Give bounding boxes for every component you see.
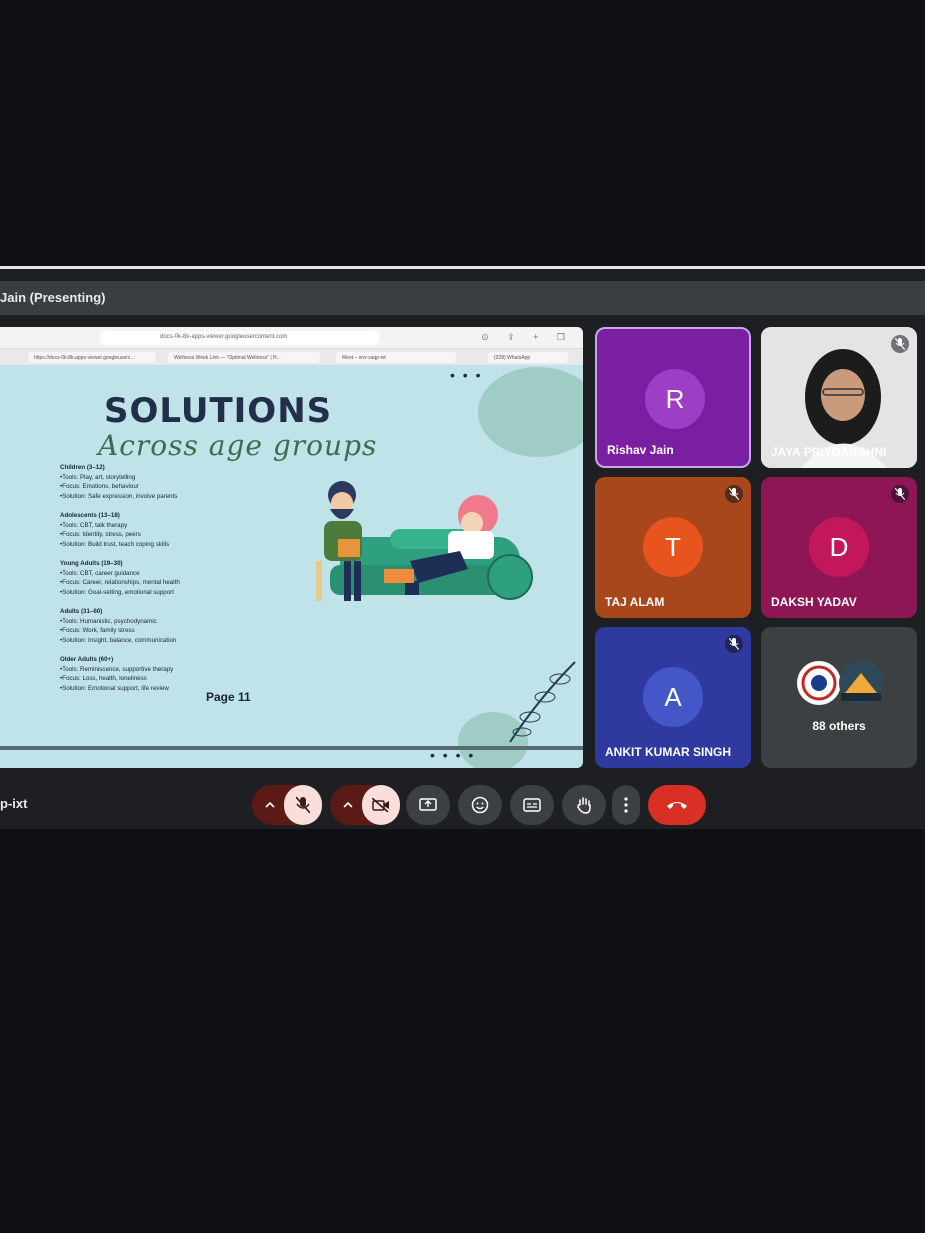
present-button[interactable] [406, 785, 450, 825]
camera-off-button[interactable] [362, 785, 400, 825]
browser-tab: https://docs-0k-8k-apps-viewer.googleuse… [28, 352, 156, 363]
emoji-icon [471, 796, 489, 814]
browser-tab: (228) WhatsApp [488, 352, 568, 363]
others-avatars [797, 661, 883, 705]
chevron-up-icon[interactable] [343, 801, 353, 809]
phone-hangup-icon [667, 802, 687, 809]
mic-off-icon [296, 796, 310, 814]
avatar: R [645, 369, 705, 429]
meet-window: Jain (Presenting) docs-0k-8k-apps-viewer… [0, 269, 925, 829]
slide-title: SOLUTIONS [104, 391, 333, 431]
others-tile[interactable]: 88 others [761, 627, 917, 768]
presenting-label: Jain (Presenting) [0, 290, 106, 305]
slide-bottom-bar [0, 746, 583, 750]
more-options-button[interactable] [612, 785, 640, 825]
browser-url: docs-0k-8k-apps-viewer.googleusercontent… [100, 331, 380, 345]
participant-name: DAKSH YADAV [771, 595, 857, 609]
participant-tile[interactable]: A ANKIT KUMAR SINGH [595, 627, 751, 768]
avatar: D [809, 517, 869, 577]
shared-screen[interactable]: docs-0k-8k-apps-viewer.googleusercontent… [0, 327, 583, 768]
camera-off-icon [372, 798, 389, 812]
reactions-button[interactable] [458, 785, 502, 825]
participant-tile[interactable]: R Rishav Jain [595, 327, 751, 468]
participant-tile[interactable]: T TAJ ALAM [595, 477, 751, 618]
hand-icon [577, 797, 591, 814]
section-young-adults: Young Adults (19–30) •Tools: CBT, career… [60, 560, 180, 596]
mic-group [252, 785, 322, 825]
browser-tab: Meet – xnv-vaqp-ixt [336, 352, 456, 363]
captions-button[interactable] [510, 785, 554, 825]
participant-name: JAYA PRIYDARSHNI [771, 445, 887, 459]
browser-tab: Wellness Week Link — "Optimal Wellness" … [168, 352, 320, 363]
leave-call-button[interactable] [648, 785, 706, 825]
browser-tabs: https://docs-0k-8k-apps-viewer.googleuse… [0, 349, 583, 365]
captions-icon [523, 798, 541, 812]
avatar: A [643, 667, 703, 727]
browser-icons: ⊙ ⇪ + ❐ [481, 332, 573, 342]
others-count: 88 others [812, 719, 866, 733]
mic-muted-icon [725, 635, 743, 653]
camera-group [330, 785, 400, 825]
therapy-illustration [316, 481, 533, 601]
section-adolescents: Adolescents (13–18) •Tools: CBT, talk th… [60, 512, 170, 548]
participant-tile[interactable]: JAYA PRIYDARSHNI [761, 327, 917, 468]
present-icon [419, 798, 437, 811]
bottom-letterbox [0, 829, 925, 1233]
avatar: T [643, 517, 703, 577]
more-vert-icon [624, 797, 628, 813]
chevron-up-icon[interactable] [265, 801, 275, 809]
section-older-adults: Older Adults (60+) •Tools: Reminiscence,… [60, 656, 174, 692]
control-bar: p-ixt [0, 774, 925, 829]
presenter-bar: Jain (Presenting) [0, 281, 925, 315]
participant-name: ANKIT KUMAR SINGH [605, 745, 731, 759]
decor-dots: • • • [450, 367, 483, 383]
mic-muted-icon [891, 335, 909, 353]
section-children: Children (3–12) •Tools: Play, art, story… [60, 464, 178, 500]
top-letterbox [0, 0, 925, 266]
decor-blob [478, 367, 583, 457]
participant-name: TAJ ALAM [605, 595, 665, 609]
meeting-code: p-ixt [0, 796, 28, 811]
mic-off-button[interactable] [284, 785, 322, 825]
slide-subtitle: Across age groups [98, 429, 378, 462]
mic-muted-icon [891, 485, 909, 503]
mic-muted-icon [725, 485, 743, 503]
page-number: Page 11 [206, 690, 251, 704]
participant-tile[interactable]: D DAKSH YADAV [761, 477, 917, 618]
section-adults: Adults (31–60) •Tools: Humanistic, psych… [60, 608, 177, 644]
browser-toolbar: docs-0k-8k-apps-viewer.googleusercontent… [0, 327, 583, 349]
participant-name: Rishav Jain [607, 443, 674, 457]
leaf-decoration [509, 661, 576, 743]
raise-hand-button[interactable] [562, 785, 606, 825]
